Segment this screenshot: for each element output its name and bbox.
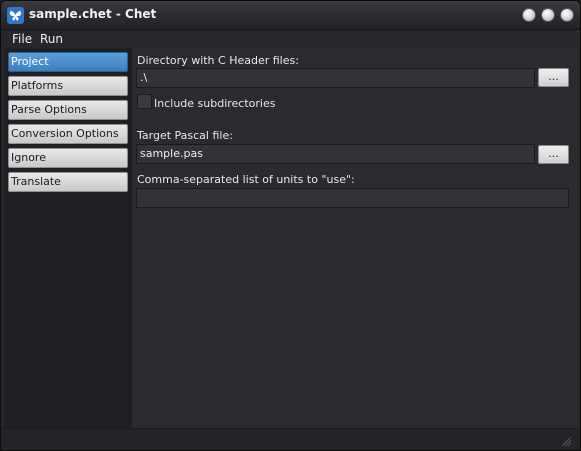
- butterfly-icon: [7, 7, 24, 24]
- menu-file[interactable]: File: [12, 32, 32, 46]
- sidebar: Project Platforms Parse Options Conversi…: [4, 48, 132, 428]
- target-file-label: Target Pascal file:: [137, 129, 233, 142]
- units-input[interactable]: [136, 188, 569, 208]
- target-file-browse-button[interactable]: ...: [538, 145, 569, 164]
- status-bar: [1, 428, 580, 450]
- sidebar-item-project[interactable]: Project: [8, 52, 128, 72]
- sidebar-item-conversion-options[interactable]: Conversion Options: [8, 124, 128, 144]
- menu-bar: File Run: [1, 30, 580, 48]
- header-dir-browse-button[interactable]: ...: [538, 68, 569, 87]
- header-dir-input[interactable]: .\: [136, 68, 535, 88]
- menu-run[interactable]: Run: [40, 32, 63, 46]
- units-label: Comma-separated list of units to "use":: [137, 173, 355, 186]
- close-button[interactable]: [560, 8, 574, 22]
- sidebar-item-ignore[interactable]: Ignore: [8, 148, 128, 168]
- project-panel: Directory with C Header files: .\ ... In…: [132, 48, 579, 428]
- sidebar-item-parse-options[interactable]: Parse Options: [8, 100, 128, 120]
- title-bar[interactable]: sample.chet - Chet: [1, 1, 580, 30]
- header-dir-label: Directory with C Header files:: [137, 54, 299, 67]
- include-subdirs-checkbox[interactable]: [137, 94, 152, 109]
- app-window: sample.chet - Chet File Run Project Plat…: [0, 0, 581, 451]
- include-subdirs-label: Include subdirectories: [154, 97, 276, 110]
- maximize-button[interactable]: [541, 8, 555, 22]
- resize-grip-icon[interactable]: [561, 436, 572, 447]
- target-file-input[interactable]: sample.pas: [136, 144, 535, 164]
- minimize-button[interactable]: [522, 8, 536, 22]
- sidebar-item-translate[interactable]: Translate: [8, 172, 128, 192]
- window-title: sample.chet - Chet: [29, 7, 157, 21]
- sidebar-item-platforms[interactable]: Platforms: [8, 76, 128, 96]
